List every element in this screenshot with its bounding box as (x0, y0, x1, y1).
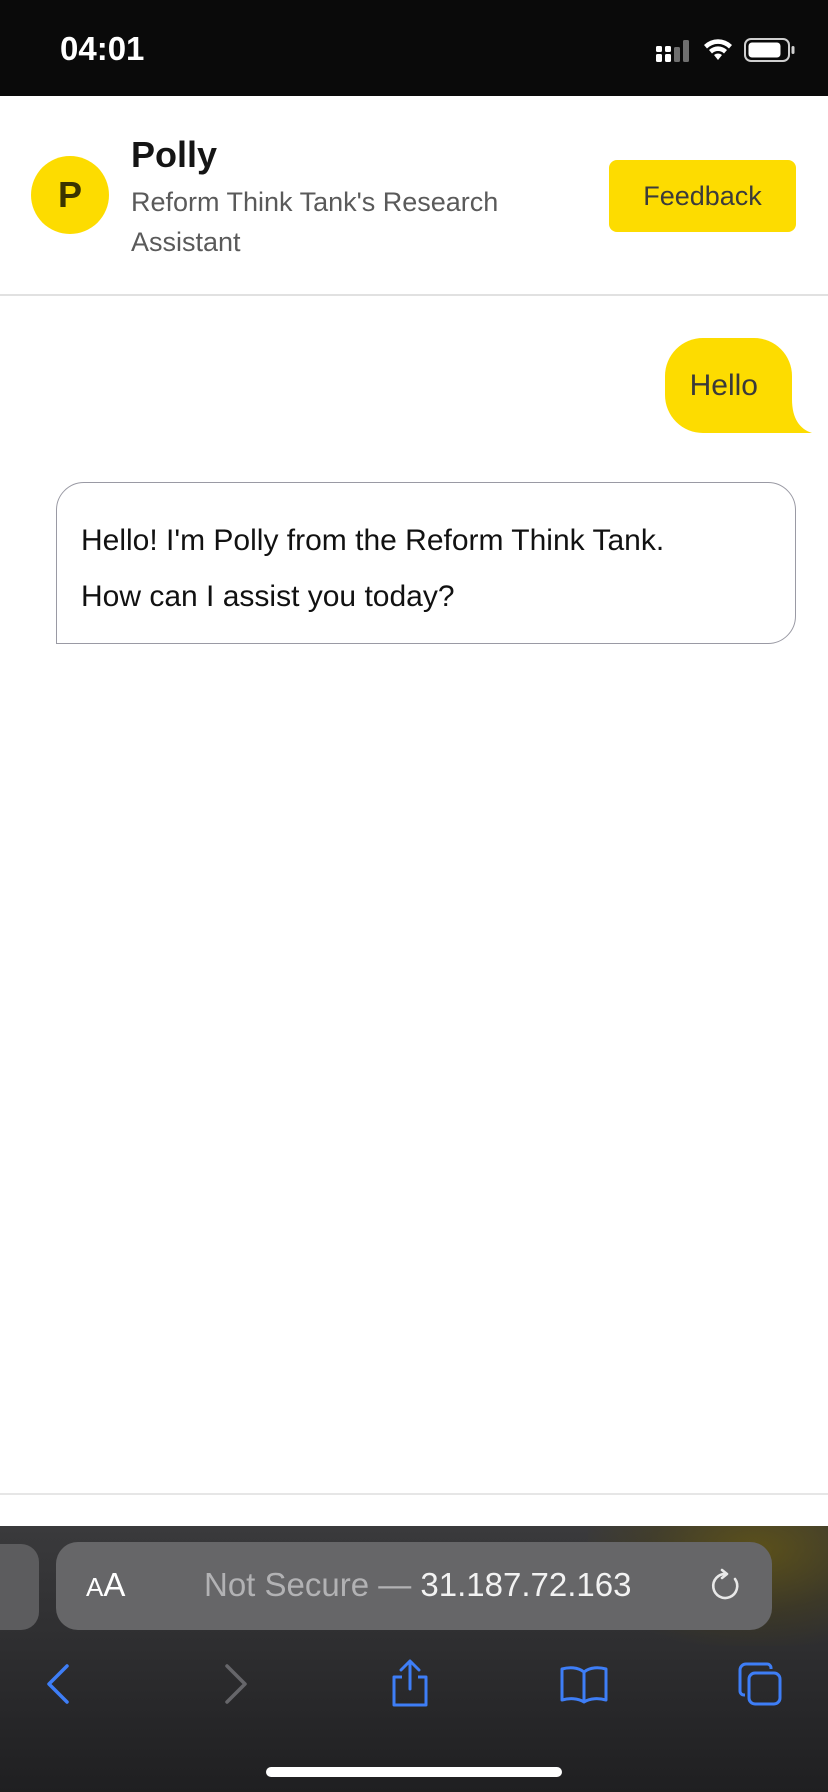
browser-toolbar: AA Not Secure — 31.187.72.163 (0, 1526, 828, 1792)
back-button[interactable] (28, 1654, 88, 1714)
forward-button[interactable] (206, 1654, 266, 1714)
chat-header: P Polly Reform Think Tank's Research Ass… (0, 96, 828, 296)
assistant-message-line: How can I assist you today? (81, 580, 455, 613)
status-icons (656, 36, 796, 64)
url-host: 31.187.72.163 (420, 1566, 632, 1603)
share-icon (392, 1659, 428, 1707)
forward-icon (225, 1664, 247, 1704)
avatar-letter: P (57, 174, 82, 215)
bookmarks-icon (560, 1666, 608, 1704)
cellular-signal-icon (656, 40, 689, 62)
divider (0, 1493, 828, 1495)
bot-description: Reform Think Tank's Research Assistant (131, 187, 499, 257)
tabs-button[interactable] (730, 1654, 790, 1714)
avatar: P (31, 156, 109, 234)
status-bar: 04:01 (0, 0, 828, 96)
user-message-text: Hello (689, 368, 758, 402)
back-icon (47, 1664, 69, 1704)
assistant-message-line: Hello! I'm Polly from the Reform Think T… (81, 524, 665, 557)
share-button[interactable] (380, 1654, 440, 1714)
tabs-icon (738, 1662, 782, 1706)
user-message-bubble: Hello (664, 338, 812, 433)
assistant-message-bubble: Hello! I'm Polly from the Reform Think T… (56, 482, 796, 644)
bookmarks-button[interactable] (554, 1654, 614, 1714)
page-settings-button[interactable]: AA (86, 1566, 125, 1604)
chat-area[interactable]: Hello Hello! I'm Polly from the Reform T… (0, 298, 828, 1494)
previous-tab-peek[interactable] (0, 1544, 39, 1630)
aa-big: A (103, 1566, 126, 1603)
feedback-button[interactable]: Feedback (609, 160, 796, 232)
bubble-tail (772, 399, 812, 433)
aa-small: A (86, 1572, 104, 1602)
home-indicator (266, 1767, 562, 1777)
status-time: 04:01 (60, 30, 145, 67)
reload-icon[interactable] (708, 1568, 744, 1604)
battery-icon (744, 38, 795, 62)
user-message: Hello (664, 338, 812, 433)
url-text[interactable]: Not Secure — 31.187.72.163 (204, 1566, 631, 1604)
security-label: Not Secure — (204, 1566, 421, 1603)
address-bar[interactable]: AA Not Secure — 31.187.72.163 (56, 1542, 772, 1630)
browser-nav-row (0, 1654, 828, 1724)
wifi-icon (704, 39, 732, 60)
bot-name: Polly (131, 134, 218, 175)
